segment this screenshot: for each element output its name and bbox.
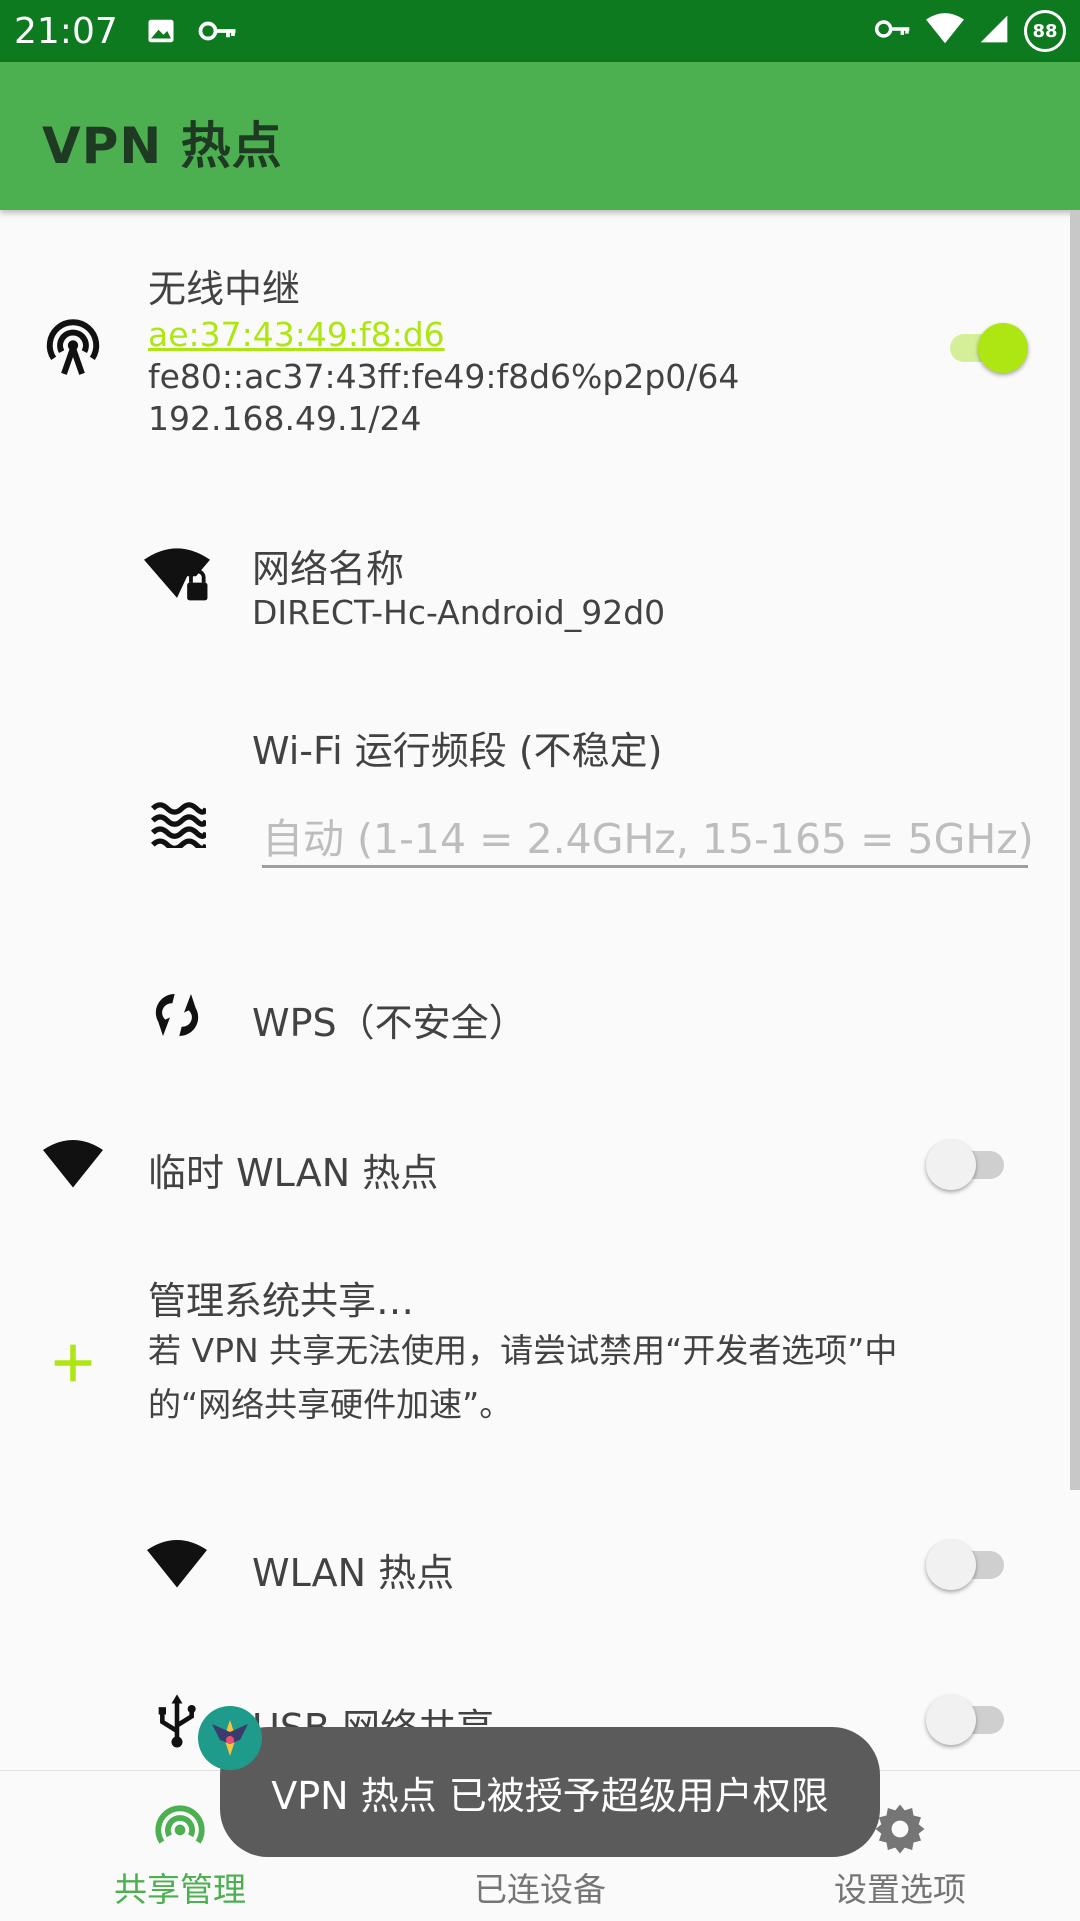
manage-desc-line2: 的“网络共享硬件加速”。 — [148, 1385, 513, 1424]
nav-devices-label: 已连设备 — [474, 1870, 606, 1909]
network-name-title: 网络名称 — [252, 547, 405, 591]
wifi-tethering-icon — [40, 315, 106, 381]
wifi-icon — [144, 1532, 210, 1598]
wps-row[interactable]: WPS（不安全） — [0, 960, 1070, 1070]
wlan-hotspot-toggle[interactable] — [926, 1540, 1010, 1590]
signal-icon — [978, 13, 1010, 49]
app-bar: VPN 热点 — [0, 62, 1080, 210]
temp-hotspot-title: 临时 WLAN 热点 — [148, 1151, 439, 1195]
repeater-title: 无线中继 — [148, 267, 301, 311]
wps-title: WPS（不安全） — [252, 1001, 527, 1045]
battery-icon: 88 — [1024, 10, 1066, 52]
status-bar: 21:07 88 — [0, 0, 1080, 62]
repeater-mac-link[interactable]: ae:37:43:49:f8:d6 — [148, 314, 445, 356]
wlan-hotspot-title: WLAN 热点 — [252, 1551, 455, 1595]
usb-tether-toggle[interactable] — [926, 1695, 1010, 1745]
wifi-icon — [40, 1132, 106, 1198]
key-icon — [198, 16, 238, 46]
waves-icon — [144, 790, 210, 856]
wifi-band-title: Wi-Fi 运行频段 (不稳定) — [252, 729, 663, 773]
temp-hotspot-row[interactable]: 临时 WLAN 热点 — [0, 1110, 1070, 1220]
wps-icon — [144, 982, 210, 1048]
manage-title: 管理系统共享… — [148, 1279, 415, 1323]
wifi-icon — [926, 13, 964, 49]
nav-settings-label: 设置选项 — [834, 1870, 966, 1909]
app-title: VPN 热点 — [42, 117, 283, 175]
repeater-toggle[interactable] — [944, 323, 1028, 373]
scrollbar[interactable] — [1070, 210, 1080, 1490]
repeater-ipv6: fe80::ac37:43ff:fe49:f8d6%p2p0/64 — [148, 357, 740, 396]
vpn-key-icon — [874, 15, 912, 47]
wlan-hotspot-row[interactable]: WLAN 热点 — [0, 1510, 1070, 1620]
network-name-value: DIRECT-Hc-Android_92d0 — [252, 593, 666, 632]
wifi-lock-icon — [144, 542, 210, 608]
network-name-row[interactable]: 网络名称 DIRECT-Hc-Android_92d0 — [0, 510, 1070, 632]
magisk-icon — [198, 1706, 262, 1770]
repeater-ipv4: 192.168.49.1/24 — [148, 399, 422, 438]
tethering-list[interactable]: 无线中继 ae:37:43:49:f8:d6 fe80::ac37:43ff:f… — [0, 210, 1080, 1770]
repeater-row[interactable]: 无线中继 ae:37:43:49:f8:d6 fe80::ac37:43ff:f… — [0, 210, 1070, 440]
toast: VPN 热点 已被授予超级用户权限 — [220, 1727, 880, 1857]
toast-message: VPN 热点 已被授予超级用户权限 — [271, 1773, 829, 1818]
temp-hotspot-toggle[interactable] — [926, 1140, 1010, 1190]
wifi-band-input[interactable]: 自动 (1-14 = 2.4GHz, 15-165 = 5GHz) — [262, 805, 1034, 868]
status-time: 21:07 — [14, 10, 118, 52]
nav-tethering-label: 共享管理 — [114, 1870, 246, 1909]
manage-tethering-row[interactable]: 管理系统共享… 若 VPN 共享无法使用，请尝试禁用“开发者选项”中 的“网络共… — [0, 1270, 1070, 1460]
manage-desc-line1: 若 VPN 共享无法使用，请尝试禁用“开发者选项”中 — [148, 1331, 898, 1370]
image-icon — [146, 16, 176, 46]
add-icon — [40, 1330, 106, 1396]
